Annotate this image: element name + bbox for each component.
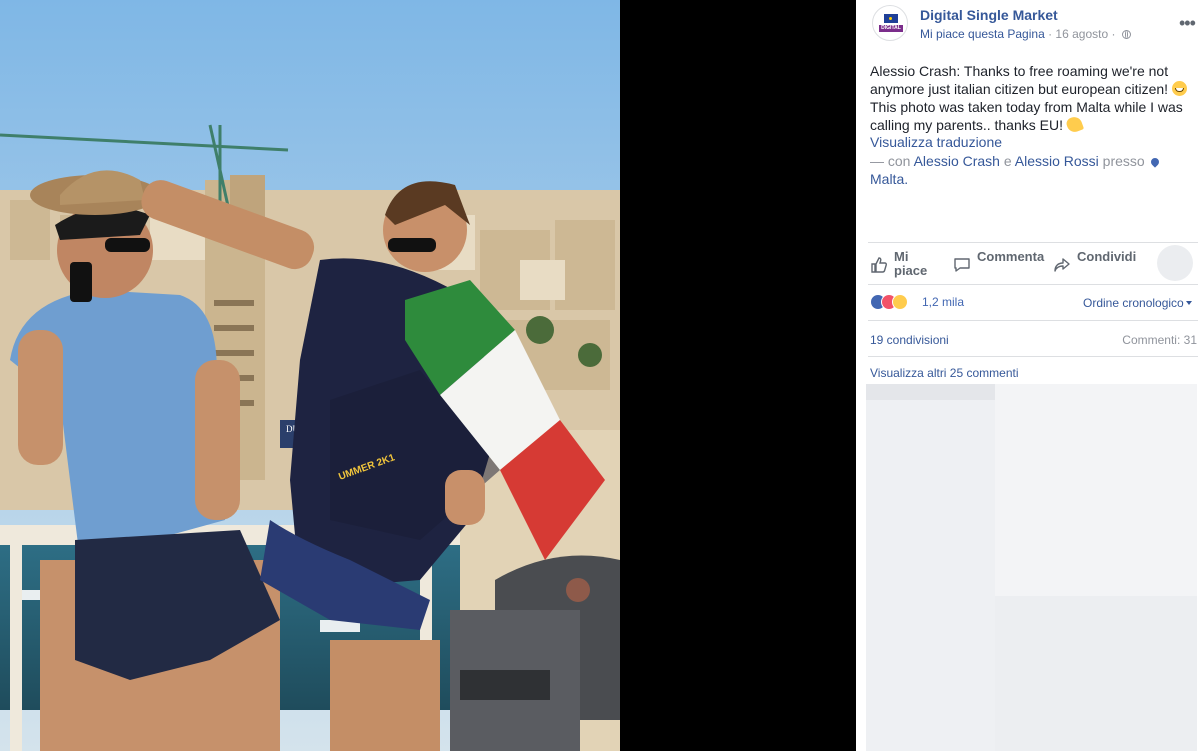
eu-flag-icon — [884, 14, 898, 23]
post-date[interactable]: 16 agosto — [1055, 27, 1108, 41]
page-avatar[interactable]: DIGITAL — [872, 5, 908, 41]
tag-alessio-rossi[interactable]: Alessio Rossi — [1015, 153, 1099, 169]
placeholder-block — [995, 596, 1197, 751]
see-translation-link[interactable]: Visualizza traduzione — [870, 134, 1002, 150]
divider — [868, 320, 1198, 321]
pin-icon — [1148, 156, 1161, 168]
like-button[interactable]: Mi piace — [870, 250, 950, 280]
with-prefix: — con — [870, 153, 914, 169]
share-label: Condividi — [1077, 249, 1137, 264]
view-more-comments-link[interactable]: Visualizza altri 25 commenti — [870, 366, 1019, 380]
post-text-part2: This photo was taken today from Malta wh… — [870, 99, 1183, 133]
reactions-count: 1,2 mila — [922, 295, 965, 309]
post-header: DIGITAL Digital Single Market Mi piace q… — [856, 0, 1200, 50]
meta-separator: · — [1108, 27, 1119, 41]
divider — [868, 356, 1198, 357]
order-label: Ordine cronologico — [1083, 296, 1184, 310]
post-text-part1: Alessio Crash: Thanks to free roaming we… — [870, 63, 1169, 97]
at-text: presso — [1098, 153, 1149, 169]
grin-emoji-icon — [1171, 81, 1187, 96]
and-text: e — [999, 153, 1015, 169]
globe-icon[interactable] — [1121, 30, 1131, 39]
shares-count-link[interactable]: 19 condivisioni — [870, 333, 949, 347]
comments-loading-placeholder — [866, 384, 1197, 751]
comment-label: Commenta — [977, 249, 1045, 264]
avatar-label: DIGITAL — [879, 25, 903, 32]
meta-separator: · — [1044, 27, 1056, 41]
placeholder-block — [866, 384, 995, 400]
comment-order-select[interactable]: Ordine cronologico — [1083, 296, 1192, 310]
post-side-panel: DIGITAL Digital Single Market Mi piace q… — [856, 0, 1200, 751]
caret-down-icon — [1185, 301, 1192, 305]
comment-button[interactable]: Commenta — [953, 249, 1045, 280]
post-meta: Mi piace questa Pagina · 16 agosto · — [920, 27, 1131, 41]
wow-reaction-icon — [892, 294, 908, 310]
comment-icon — [954, 258, 970, 272]
like-page-link[interactable]: Mi piace questa Pagina — [920, 27, 1045, 41]
like-icon — [871, 257, 887, 273]
commenter-avatar[interactable] — [1157, 245, 1193, 281]
share-button[interactable]: Condividi — [1053, 250, 1143, 280]
comments-count: Commenti: 31 — [1122, 333, 1197, 347]
more-icon[interactable]: ••• — [1179, 14, 1196, 32]
lightbox-background — [620, 0, 856, 751]
divider — [868, 242, 1198, 243]
placeholder-block — [866, 400, 995, 751]
tag-alessio-crash[interactable]: Alessio Crash — [914, 153, 1000, 169]
post-photo[interactable]: DUBLINE — [0, 0, 620, 751]
divider — [868, 284, 1198, 285]
muscle-emoji-icon — [1064, 114, 1084, 135]
page-name-link[interactable]: Digital Single Market — [920, 7, 1058, 23]
share-icon — [1054, 258, 1070, 272]
like-label: Mi piace — [894, 249, 928, 278]
tagged-line: — con Alessio Crash e Alessio Rossi pres… — [870, 152, 1192, 188]
place-link[interactable]: Malta. — [870, 171, 908, 187]
post-message: Alessio Crash: Thanks to free roaming we… — [870, 62, 1192, 135]
